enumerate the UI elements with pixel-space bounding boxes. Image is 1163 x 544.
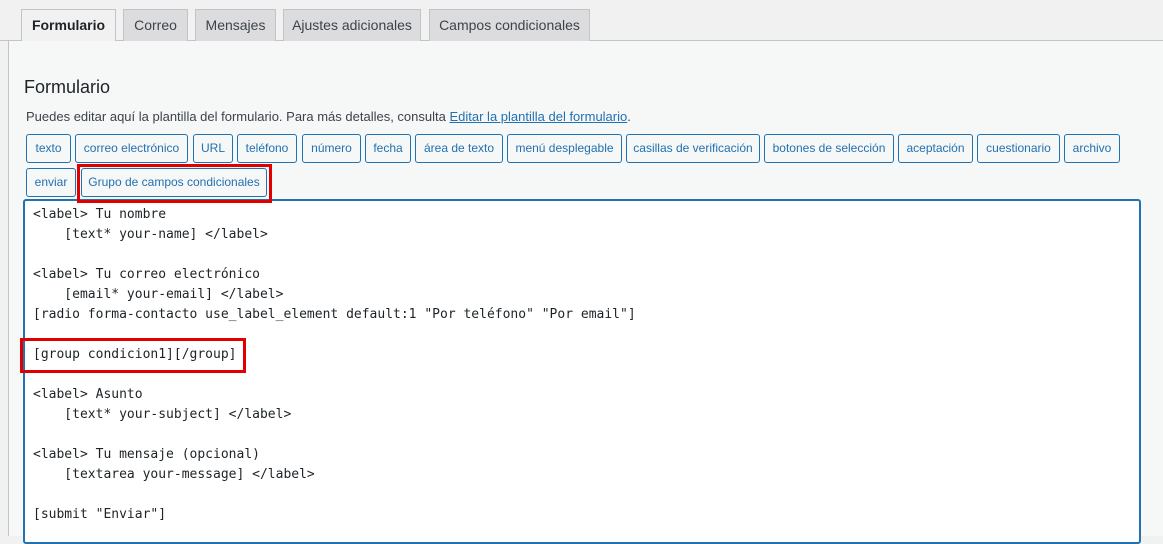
- description-text: Puedes editar aquí la plantilla del form…: [26, 109, 446, 124]
- editor-line: [textarea your-message] </label>: [33, 467, 315, 482]
- tab-correo[interactable]: Correo: [123, 9, 188, 41]
- tag-button-menu-desplegable[interactable]: menú desplegable: [507, 134, 622, 163]
- tag-button-url[interactable]: URL: [193, 134, 233, 163]
- tag-button-fecha[interactable]: fecha: [365, 134, 411, 163]
- tag-button-telefono[interactable]: teléfono: [237, 134, 297, 163]
- editor-line: [radio forma-contacto use_label_element …: [33, 307, 636, 322]
- tag-button-enviar[interactable]: enviar: [26, 168, 76, 197]
- form-template-editor[interactable]: <label> Tu nombre [text* your-name] </la…: [23, 199, 1141, 544]
- tag-button-casillas-de-verificacion[interactable]: casillas de verificación: [626, 134, 760, 163]
- section-description: Puedes editar aquí la plantilla del form…: [26, 109, 631, 124]
- editor-line: [submit "Enviar"]: [33, 507, 167, 522]
- tag-button-grupo-campos-condicionales[interactable]: Grupo de campos condicionales: [81, 168, 267, 197]
- tag-button-area-de-texto[interactable]: área de texto: [415, 134, 503, 163]
- editor-line-group: [group condicion1][/group]: [33, 347, 237, 362]
- tag-button-aceptacion[interactable]: aceptación: [898, 134, 973, 163]
- editor-line: [email* your-email] </label>: [33, 287, 284, 302]
- editor-line: <label> Asunto: [33, 387, 143, 402]
- tag-button-botones-de-seleccion[interactable]: botones de selección: [764, 134, 894, 163]
- edit-template-link[interactable]: Editar la plantilla del formulario: [449, 109, 627, 124]
- tag-button-numero[interactable]: número: [302, 134, 361, 163]
- tab-ajustes-adicionales[interactable]: Ajustes adicionales: [283, 9, 421, 41]
- section-title: Formulario: [24, 77, 111, 97]
- tag-button-correo-electronico[interactable]: correo electrónico: [75, 134, 188, 163]
- tag-button-archivo[interactable]: archivo: [1064, 134, 1120, 163]
- editor-line: [text* your-subject] </label>: [33, 407, 292, 422]
- tag-button-cuestionario[interactable]: cuestionario: [977, 134, 1060, 163]
- description-period: .: [627, 109, 631, 124]
- editor-line: <label> Tu mensaje (opcional): [33, 447, 260, 462]
- tab-campos-condicionales[interactable]: Campos condicionales: [429, 9, 590, 41]
- tag-button-texto[interactable]: texto: [26, 134, 71, 163]
- editor-line: <label> Tu correo electrónico: [33, 267, 260, 282]
- tab-mensajes[interactable]: Mensajes: [195, 9, 276, 41]
- tab-bar: Formulario Correo Mensajes Ajustes adici…: [0, 0, 1163, 42]
- editor-line: [text* your-name] </label>: [33, 227, 268, 242]
- tab-formulario[interactable]: Formulario: [21, 9, 116, 42]
- editor-line: <label> Tu nombre: [33, 207, 167, 222]
